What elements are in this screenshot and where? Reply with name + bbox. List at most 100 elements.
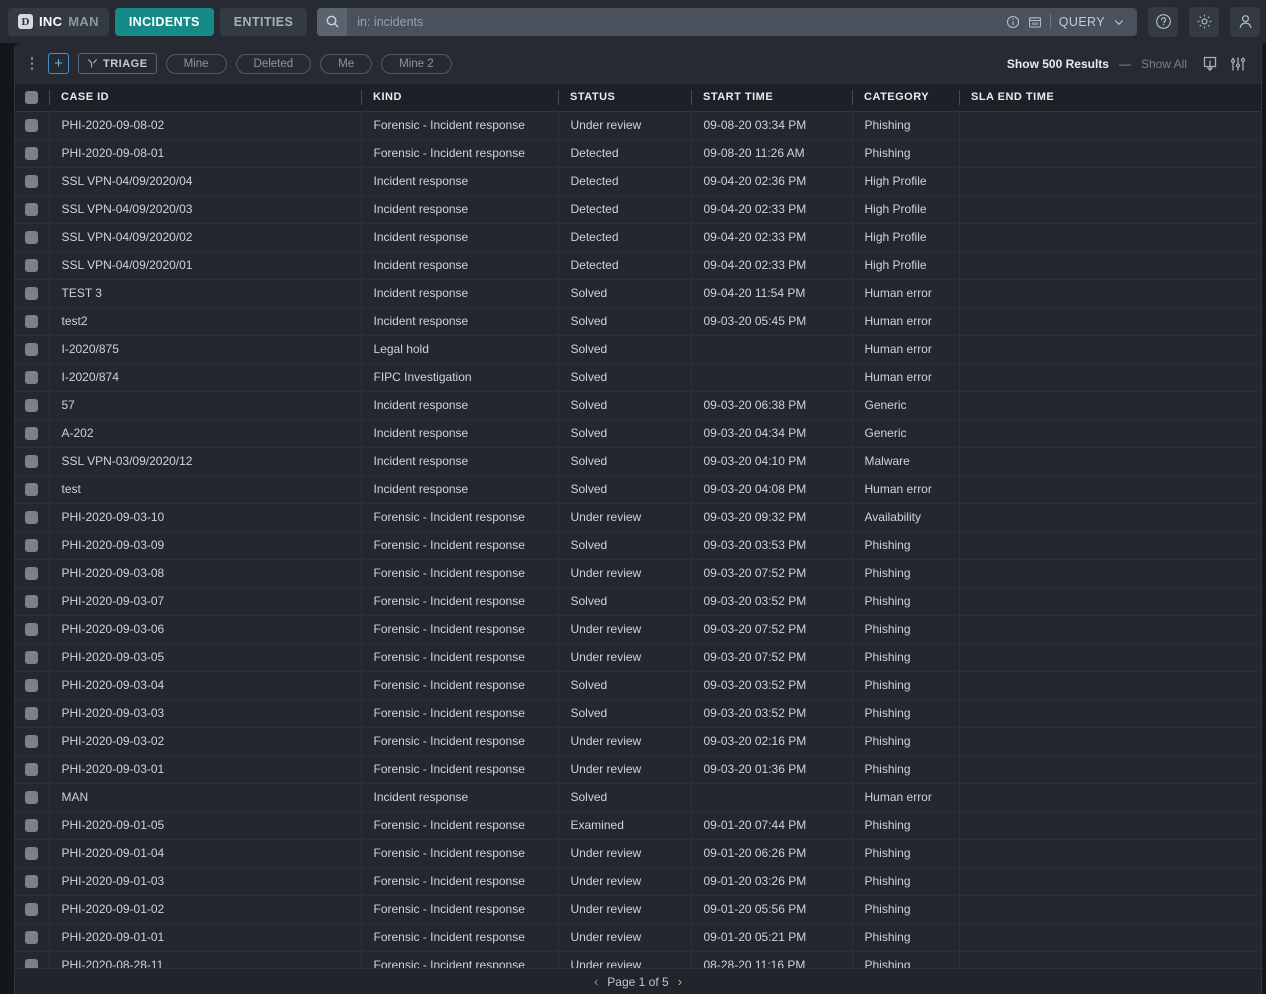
table-row[interactable]: PHI-2020-09-01-02Forensic - Incident res… xyxy=(15,895,1261,923)
table-row[interactable]: 57Incident responseSolved09-03-20 06:38 … xyxy=(15,391,1261,419)
table-row[interactable]: PHI-2020-09-01-04Forensic - Incident res… xyxy=(15,839,1261,867)
calendar-icon[interactable] xyxy=(1028,15,1042,29)
row-checkbox[interactable] xyxy=(25,259,38,272)
query-label[interactable]: QUERY xyxy=(1059,15,1105,29)
row-checkbox[interactable] xyxy=(25,147,38,160)
table-row[interactable]: PHI-2020-09-03-06Forensic - Incident res… xyxy=(15,615,1261,643)
row-checkbox[interactable] xyxy=(25,539,38,552)
row-checkbox[interactable] xyxy=(25,847,38,860)
row-checkbox[interactable] xyxy=(25,371,38,384)
filter-chip-deleted[interactable]: Deleted xyxy=(236,54,312,74)
row-checkbox[interactable] xyxy=(25,343,38,356)
cell-sla-end-time xyxy=(959,307,1261,335)
filter-chip-mine-2[interactable]: Mine 2 xyxy=(381,54,452,74)
prev-page-button[interactable]: ‹ xyxy=(594,975,598,988)
row-checkbox[interactable] xyxy=(25,427,38,440)
chevron-down-icon[interactable] xyxy=(1113,16,1125,28)
table-row[interactable]: PHI-2020-09-08-02Forensic - Incident res… xyxy=(15,111,1261,139)
row-checkbox[interactable] xyxy=(25,735,38,748)
row-checkbox[interactable] xyxy=(25,567,38,580)
table-row[interactable]: PHI-2020-09-01-01Forensic - Incident res… xyxy=(15,923,1261,951)
table-row[interactable]: PHI-2020-09-03-07Forensic - Incident res… xyxy=(15,587,1261,615)
row-checkbox[interactable] xyxy=(25,819,38,832)
more-options-icon[interactable] xyxy=(25,53,39,75)
row-checkbox[interactable] xyxy=(25,651,38,664)
row-checkbox[interactable] xyxy=(25,959,38,969)
table-row[interactable]: I-2020/875Legal holdSolvedHuman error xyxy=(15,335,1261,363)
help-button[interactable] xyxy=(1148,7,1178,37)
table-row[interactable]: PHI-2020-09-03-08Forensic - Incident res… xyxy=(15,559,1261,587)
table-row[interactable]: PHI-2020-09-03-02Forensic - Incident res… xyxy=(15,727,1261,755)
row-checkbox[interactable] xyxy=(25,875,38,888)
row-checkbox[interactable] xyxy=(25,595,38,608)
row-checkbox[interactable] xyxy=(25,287,38,300)
cell-start-time: 09-03-20 07:52 PM xyxy=(691,559,852,587)
row-checkbox[interactable] xyxy=(25,511,38,524)
next-page-button[interactable]: › xyxy=(678,975,682,988)
triage-button[interactable]: TRIAGE xyxy=(78,53,157,74)
download-button[interactable] xyxy=(1201,55,1219,73)
user-icon xyxy=(1237,13,1254,30)
user-profile-button[interactable] xyxy=(1230,7,1260,37)
row-checkbox[interactable] xyxy=(25,931,38,944)
row-checkbox[interactable] xyxy=(25,791,38,804)
cell-kind: Forensic - Incident response xyxy=(361,671,558,699)
cell-case-id: 57 xyxy=(49,391,361,419)
table-row[interactable]: SSL VPN-04/09/2020/03Incident responseDe… xyxy=(15,195,1261,223)
row-checkbox[interactable] xyxy=(25,763,38,776)
tab-entities[interactable]: ENTITIES xyxy=(220,8,307,36)
table-row[interactable]: PHI-2020-09-03-04Forensic - Incident res… xyxy=(15,671,1261,699)
column-header-category[interactable]: CATEGORY xyxy=(852,84,959,111)
tab-incidents[interactable]: INCIDENTS xyxy=(115,8,214,36)
table-row[interactable]: PHI-2020-08-28-11Forensic - Incident res… xyxy=(15,951,1261,968)
row-select-cell xyxy=(15,923,49,951)
add-incident-button[interactable]: + xyxy=(48,53,69,74)
table-row[interactable]: SSL VPN-04/09/2020/02Incident responseDe… xyxy=(15,223,1261,251)
table-row[interactable]: test2Incident responseSolved09-03-20 05:… xyxy=(15,307,1261,335)
table-row[interactable]: TEST 3Incident responseSolved09-04-20 11… xyxy=(15,279,1261,307)
filter-chip-mine[interactable]: Mine xyxy=(166,54,227,74)
column-header-case-id[interactable]: CASE ID xyxy=(49,84,361,111)
table-row[interactable]: PHI-2020-09-03-05Forensic - Incident res… xyxy=(15,643,1261,671)
row-checkbox[interactable] xyxy=(25,175,38,188)
table-row[interactable]: SSL VPN-04/09/2020/01Incident responseDe… xyxy=(15,251,1261,279)
search-input[interactable] xyxy=(347,15,1000,29)
column-header-kind[interactable]: KIND xyxy=(361,84,558,111)
table-row[interactable]: PHI-2020-09-03-03Forensic - Incident res… xyxy=(15,699,1261,727)
cell-kind: Forensic - Incident response xyxy=(361,755,558,783)
table-row[interactable]: PHI-2020-09-03-10Forensic - Incident res… xyxy=(15,503,1261,531)
row-checkbox[interactable] xyxy=(25,679,38,692)
table-row[interactable]: A-202Incident responseSolved09-03-20 04:… xyxy=(15,419,1261,447)
row-checkbox[interactable] xyxy=(25,623,38,636)
table-row[interactable]: PHI-2020-09-08-01Forensic - Incident res… xyxy=(15,139,1261,167)
cell-sla-end-time xyxy=(959,251,1261,279)
show-all-link[interactable]: Show All xyxy=(1141,57,1187,71)
table-row[interactable]: SSL VPN-03/09/2020/12Incident responseSo… xyxy=(15,447,1261,475)
table-row[interactable]: PHI-2020-09-01-03Forensic - Incident res… xyxy=(15,867,1261,895)
select-all-checkbox[interactable] xyxy=(25,91,38,104)
row-checkbox[interactable] xyxy=(25,203,38,216)
table-row[interactable]: PHI-2020-09-01-05Forensic - Incident res… xyxy=(15,811,1261,839)
column-header-start-time[interactable]: START TIME xyxy=(691,84,852,111)
filter-settings-button[interactable] xyxy=(1229,55,1247,73)
table-row[interactable]: SSL VPN-04/09/2020/04Incident responseDe… xyxy=(15,167,1261,195)
column-header-status[interactable]: STATUS xyxy=(558,84,691,111)
row-checkbox[interactable] xyxy=(25,903,38,916)
row-checkbox[interactable] xyxy=(25,707,38,720)
table-row[interactable]: MANIncident responseSolvedHuman error xyxy=(15,783,1261,811)
row-checkbox[interactable] xyxy=(25,315,38,328)
table-row[interactable]: PHI-2020-09-03-01Forensic - Incident res… xyxy=(15,755,1261,783)
table-row[interactable]: PHI-2020-09-03-09Forensic - Incident res… xyxy=(15,531,1261,559)
info-icon[interactable] xyxy=(1006,15,1020,29)
column-header-sla-end-time[interactable]: SLA END TIME xyxy=(959,84,1261,111)
settings-button[interactable] xyxy=(1189,7,1219,37)
filter-chip-me[interactable]: Me xyxy=(320,54,372,74)
row-checkbox[interactable] xyxy=(25,483,38,496)
table-row[interactable]: I-2020/874FIPC InvestigationSolvedHuman … xyxy=(15,363,1261,391)
row-checkbox[interactable] xyxy=(25,455,38,468)
row-checkbox[interactable] xyxy=(25,119,38,132)
row-checkbox[interactable] xyxy=(25,399,38,412)
table-row[interactable]: testIncident responseSolved09-03-20 04:0… xyxy=(15,475,1261,503)
row-checkbox[interactable] xyxy=(25,231,38,244)
search-icon[interactable] xyxy=(317,8,347,36)
